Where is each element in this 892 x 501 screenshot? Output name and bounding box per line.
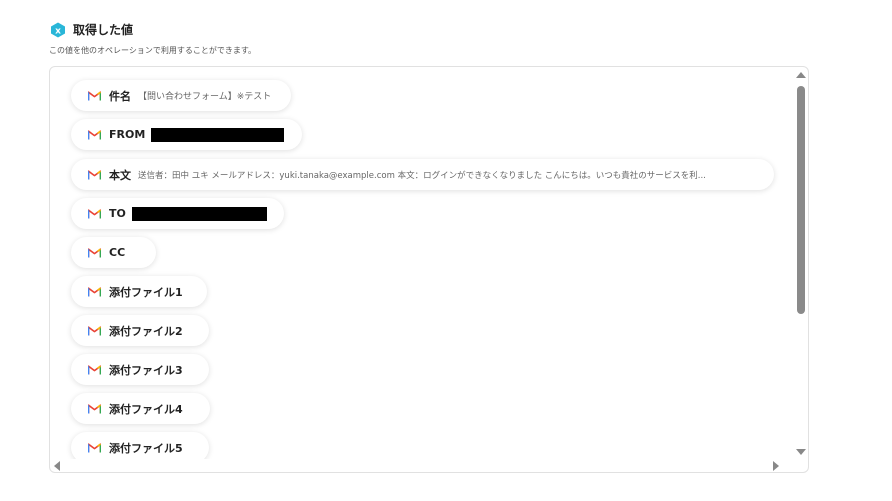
- chip-label: TO: [109, 207, 126, 220]
- scroll-up-arrow-icon[interactable]: [796, 72, 806, 78]
- gmail-icon: [88, 403, 101, 413]
- value-chip-to[interactable]: TO: [71, 198, 284, 229]
- value-list: 件名 【問い合わせフォーム】※テスト FROM 本文 送信者：田中 ユキ メール…: [50, 67, 794, 459]
- scroll-down-arrow-icon[interactable]: [796, 449, 806, 455]
- gmail-icon: [88, 364, 101, 374]
- chip-label: 添付ファイル4: [109, 402, 183, 416]
- gmail-icon: [88, 286, 101, 296]
- gmail-icon: [88, 208, 101, 218]
- scroll-left-arrow-icon[interactable]: [54, 461, 60, 471]
- gmail-icon: [88, 90, 101, 100]
- values-panel: 件名 【問い合わせフォーム】※テスト FROM 本文 送信者：田中 ユキ メール…: [49, 66, 809, 473]
- value-chip-attachment-2[interactable]: 添付ファイル2: [71, 315, 209, 346]
- redacted-value: [151, 127, 285, 142]
- value-chip-from[interactable]: FROM: [71, 119, 302, 150]
- chip-label: 添付ファイル3: [109, 363, 183, 377]
- chip-label: 添付ファイル5: [109, 441, 183, 455]
- vertical-scroll-thumb[interactable]: [797, 86, 805, 314]
- value-chip-attachment-4[interactable]: 添付ファイル4: [71, 393, 210, 424]
- vertical-scrollbar[interactable]: [794, 67, 808, 459]
- chip-label: 本文: [109, 168, 131, 182]
- chip-label: 添付ファイル1: [109, 285, 183, 299]
- scroll-right-arrow-icon[interactable]: [773, 461, 779, 471]
- value-chip-subject[interactable]: 件名 【問い合わせフォーム】※テスト: [71, 80, 291, 111]
- gmail-icon: [88, 169, 101, 179]
- gmail-icon: [88, 129, 101, 139]
- value-chip-attachment-1[interactable]: 添付ファイル1: [71, 276, 207, 307]
- value-chip-attachment-5[interactable]: 添付ファイル5: [71, 432, 209, 459]
- value-chip-body[interactable]: 本文 送信者：田中 ユキ メールアドレス：yuki.tanaka@example…: [71, 159, 774, 190]
- section-title: 取得した値: [73, 23, 134, 37]
- gmail-icon: [88, 247, 101, 257]
- value-chip-cc[interactable]: CC: [71, 237, 156, 268]
- chip-label: CC: [109, 246, 126, 259]
- svg-text:x: x: [55, 26, 61, 36]
- gmail-icon: [88, 325, 101, 335]
- section-description: この値を他のオペレーションで利用することができます。: [49, 46, 257, 55]
- gmail-icon: [88, 442, 101, 452]
- chip-label: 添付ファイル2: [109, 324, 183, 338]
- chip-value: 【問い合わせフォーム】※テスト: [138, 92, 272, 102]
- chip-label: 件名: [109, 89, 131, 103]
- horizontal-scrollbar[interactable]: [50, 459, 794, 472]
- value-chip-attachment-3[interactable]: 添付ファイル3: [71, 354, 209, 385]
- redacted-value: [131, 206, 267, 221]
- variable-x-icon: x: [51, 22, 65, 37]
- chip-label: FROM: [109, 128, 146, 141]
- chip-value: 送信者：田中 ユキ メールアドレス：yuki.tanaka@example.co…: [138, 170, 706, 181]
- section-header: x 取得した値: [50, 21, 133, 38]
